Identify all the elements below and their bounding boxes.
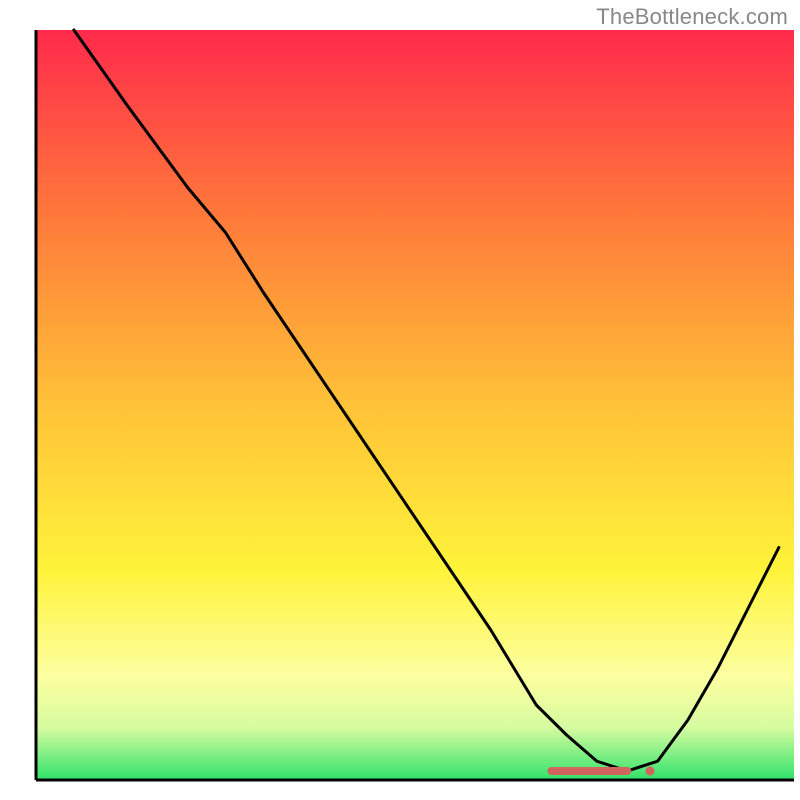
gradient-background xyxy=(36,30,794,780)
attribution-text: TheBottleneck.com xyxy=(596,4,788,30)
bottleneck-chart xyxy=(0,0,800,800)
chart-container: TheBottleneck.com xyxy=(0,0,800,800)
minimum-marker-dot xyxy=(645,767,654,776)
